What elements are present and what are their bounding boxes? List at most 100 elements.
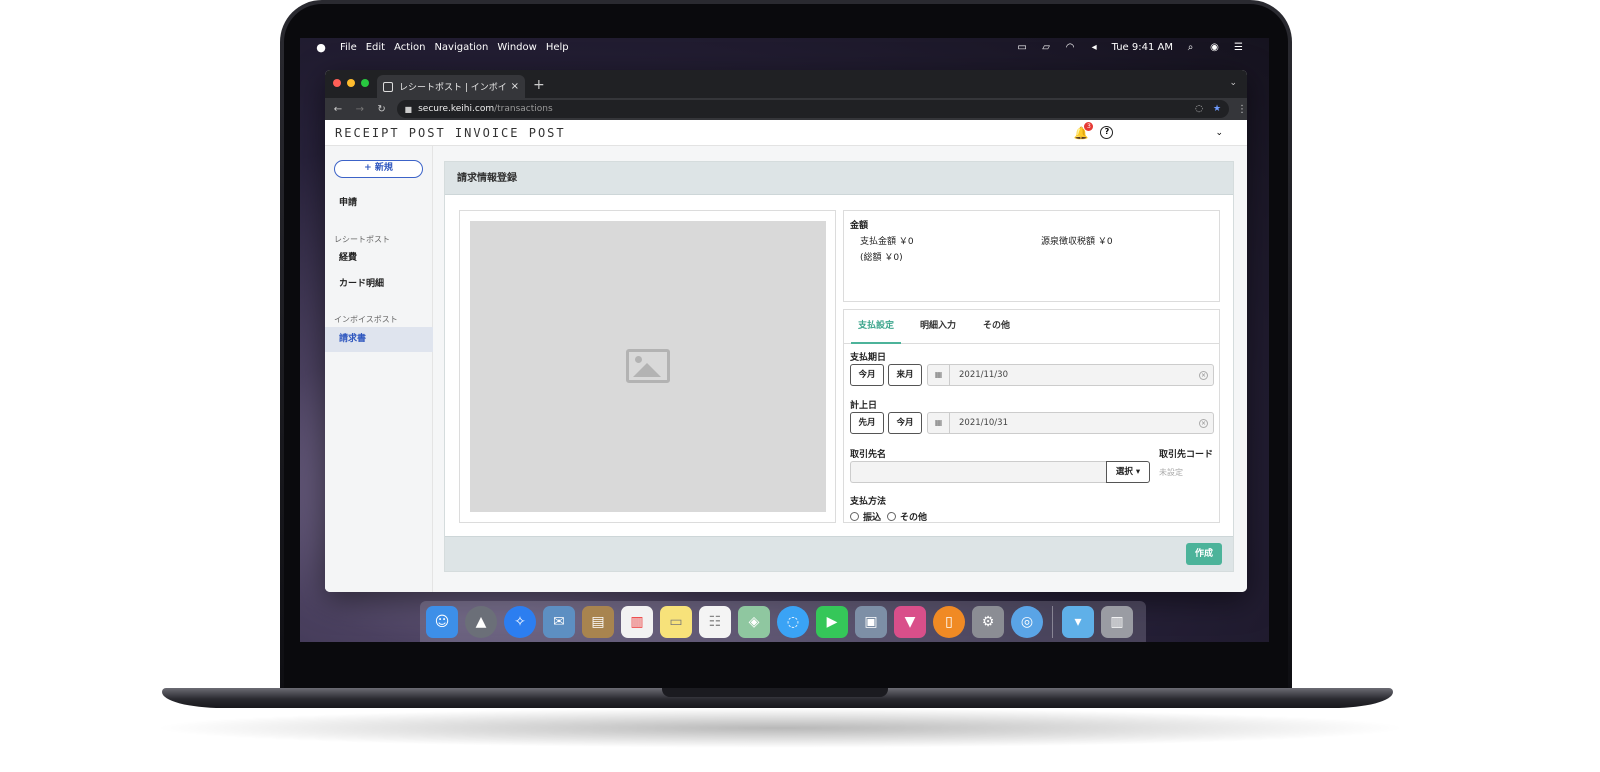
photo-booth-icon[interactable]: ▣	[855, 605, 887, 638]
amount-label: 金額	[850, 221, 869, 231]
vendor-code-label: 取引先コード	[1159, 450, 1214, 460]
trash-icon[interactable]: ▥	[1101, 605, 1133, 638]
booking-date-label: 計上日	[850, 401, 878, 411]
new-tab-icon[interactable]: +	[533, 77, 545, 93]
web-app: RECEIPT POST INVOICE POST 🔔 3 ? ⌄ + 新規 申請…	[325, 120, 1247, 592]
safari-icon[interactable]: ✧	[504, 605, 536, 638]
airplay-icon[interactable]: ▱	[1040, 42, 1053, 53]
due-date-input[interactable]: ▦ 2021/11/30 ×	[927, 364, 1214, 386]
vendor-name-label: 取引先名	[850, 450, 887, 460]
user-menu-chevron-icon[interactable]: ⌄	[1215, 128, 1223, 138]
help-icon[interactable]: ?	[1100, 126, 1114, 139]
main-content: 請求情報登録 金額 支払金額 ￥0 源泉徴収税額 ￥0 (総額 ￥0) 支払設定…	[433, 146, 1247, 592]
zoom-window-button[interactable]	[361, 79, 369, 87]
facetime-icon[interactable]: ▶	[816, 605, 848, 638]
booking-prev-month-button[interactable]: 先月	[850, 412, 884, 434]
forward-icon[interactable]: →	[351, 104, 369, 115]
system-preferences-icon[interactable]: ⚙	[972, 605, 1004, 638]
notification-bell-icon[interactable]: 🔔 3	[1074, 121, 1094, 140]
address-bar[interactable]: ■ secure.keihi.com /transactions ◌ ★	[396, 100, 1230, 118]
menubar-status: ▭ ▱ ◠ ◂ Tue 9:41 AM ⌕ ◉ ☰	[1016, 42, 1245, 53]
radio-transfer[interactable]: 振込	[850, 510, 881, 523]
tab-payment-settings[interactable]: 支払設定	[851, 310, 902, 344]
launchpad-icon[interactable]: ▲	[465, 605, 497, 638]
close-tab-icon[interactable]: ×	[511, 81, 519, 92]
sidebar-item-apply[interactable]: 申請	[325, 191, 433, 216]
favicon-icon	[383, 81, 393, 92]
invoice-form: 支払設定 明細入力 その他 支払期日 今月 来月 ▦ 2021/11/30 ×	[843, 309, 1220, 523]
create-button[interactable]: 作成	[1186, 543, 1222, 565]
dock-separator	[1052, 605, 1053, 638]
booking-date-input[interactable]: ▦ 2021/10/31 ×	[927, 412, 1214, 434]
booking-this-month-button[interactable]: 今月	[888, 412, 922, 434]
due-date-value: 2021/11/30	[959, 370, 1008, 380]
contacts-icon[interactable]: ▤	[582, 605, 614, 638]
payment-amount: 支払金額 ￥0	[860, 237, 914, 247]
browser-menu-icon[interactable]: ⋮	[1237, 104, 1247, 115]
spotlight-search-icon[interactable]: ⌕	[1184, 42, 1197, 53]
due-next-month-button[interactable]: 来月	[888, 364, 922, 386]
mac-dock: ☺ ▲ ✧ ✉ ▤ ▥ ▭ ☷ ◈ ◌ ▶ ▣ ▼ ▯ ⚙ ◎ ▾ ▥	[420, 601, 1146, 642]
notification-center-icon[interactable]: ☰	[1232, 42, 1245, 53]
wifi-icon[interactable]: ◠	[1064, 42, 1077, 53]
form-tabs: 支払設定 明細入力 その他	[844, 310, 1219, 344]
due-this-month-button[interactable]: 今月	[850, 364, 884, 386]
tracking-protection-icon[interactable]: ◌	[1195, 104, 1203, 114]
menubar-clock[interactable]: Tue 9:41 AM	[1112, 42, 1173, 53]
new-button[interactable]: + 新規	[334, 160, 423, 178]
panel-footer: 作成	[445, 536, 1233, 571]
invoice-image-placeholder[interactable]	[470, 221, 826, 512]
screen: ● File Edit Action Navigation Window Hel…	[300, 38, 1269, 642]
menu-edit[interactable]: Edit	[366, 42, 385, 53]
bookmark-star-icon[interactable]: ★	[1213, 104, 1221, 114]
menu-window[interactable]: Window	[497, 42, 536, 53]
vendor-code-value: 未設定	[1159, 468, 1183, 477]
back-icon[interactable]: ←	[329, 104, 347, 115]
tab-line-items[interactable]: 明細入力	[920, 310, 956, 344]
app-store-icon[interactable]: ◎	[1011, 605, 1043, 638]
minimize-window-button[interactable]	[347, 79, 355, 87]
volume-icon[interactable]: ◂	[1088, 42, 1101, 53]
finder-icon[interactable]: ☺	[426, 605, 458, 638]
sidebar-item-expenses[interactable]: 経費	[325, 246, 433, 271]
reminders-icon[interactable]: ☷	[699, 605, 731, 638]
books-icon[interactable]: ▯	[933, 605, 965, 638]
radio-circle	[850, 512, 859, 521]
vendor-name-input[interactable]	[850, 461, 1106, 483]
tab-search-chevron-icon[interactable]: ⌄	[1229, 78, 1237, 88]
radio-other[interactable]: その他	[887, 510, 927, 523]
maps-icon[interactable]: ◈	[738, 605, 770, 638]
siri-icon[interactable]: ◉	[1208, 42, 1221, 53]
notes-icon[interactable]: ▭	[660, 605, 692, 638]
apple-icon[interactable]: ●	[314, 41, 328, 54]
due-date-label: 支払期日	[850, 353, 887, 363]
menu-file[interactable]: File	[340, 42, 357, 53]
menu-action[interactable]: Action	[394, 42, 425, 53]
vendor-select-button[interactable]: 選択 ▾	[1106, 461, 1150, 483]
clear-booking-date-icon[interactable]: ×	[1199, 418, 1208, 428]
clear-due-date-icon[interactable]: ×	[1199, 370, 1208, 380]
radio-other-label: その他	[900, 513, 928, 523]
mail-icon[interactable]: ✉	[543, 605, 575, 638]
browser-tabbar: レシートポスト | インボイスポスト × + ⌄	[325, 70, 1247, 98]
browser-tab[interactable]: レシートポスト | インボイスポスト ×	[377, 75, 525, 98]
downloads-folder-icon[interactable]: ▾	[1062, 605, 1094, 638]
reload-icon[interactable]: ↻	[373, 104, 391, 115]
close-window-button[interactable]	[333, 79, 341, 87]
sidebar: + 新規 申請 レシートポスト 経費 カード明細 インボイスポスト 請求書	[325, 146, 433, 592]
tab-other[interactable]: その他	[983, 310, 1010, 344]
sidebar-item-card-details[interactable]: カード明細	[325, 272, 433, 297]
app-logo[interactable]: RECEIPT POST INVOICE POST	[335, 126, 566, 140]
menu-help[interactable]: Help	[546, 42, 569, 53]
calendar-app-icon[interactable]: ▥	[621, 605, 653, 638]
booking-date-value: 2021/10/31	[959, 418, 1008, 428]
display-icon[interactable]: ▭	[1016, 42, 1029, 53]
window-controls	[333, 79, 369, 87]
messages-icon[interactable]: ◌	[777, 605, 809, 638]
sidebar-item-invoices[interactable]: 請求書	[325, 327, 433, 352]
menu-navigation[interactable]: Navigation	[434, 42, 488, 53]
sidebar-section-receipt-post: レシートポスト	[334, 235, 390, 244]
keynote-icon[interactable]: ▼	[894, 605, 926, 638]
address-bar-actions: ◌ ★	[1195, 104, 1221, 114]
laptop-mockup: ● File Edit Action Navigation Window Hel…	[0, 0, 1600, 772]
